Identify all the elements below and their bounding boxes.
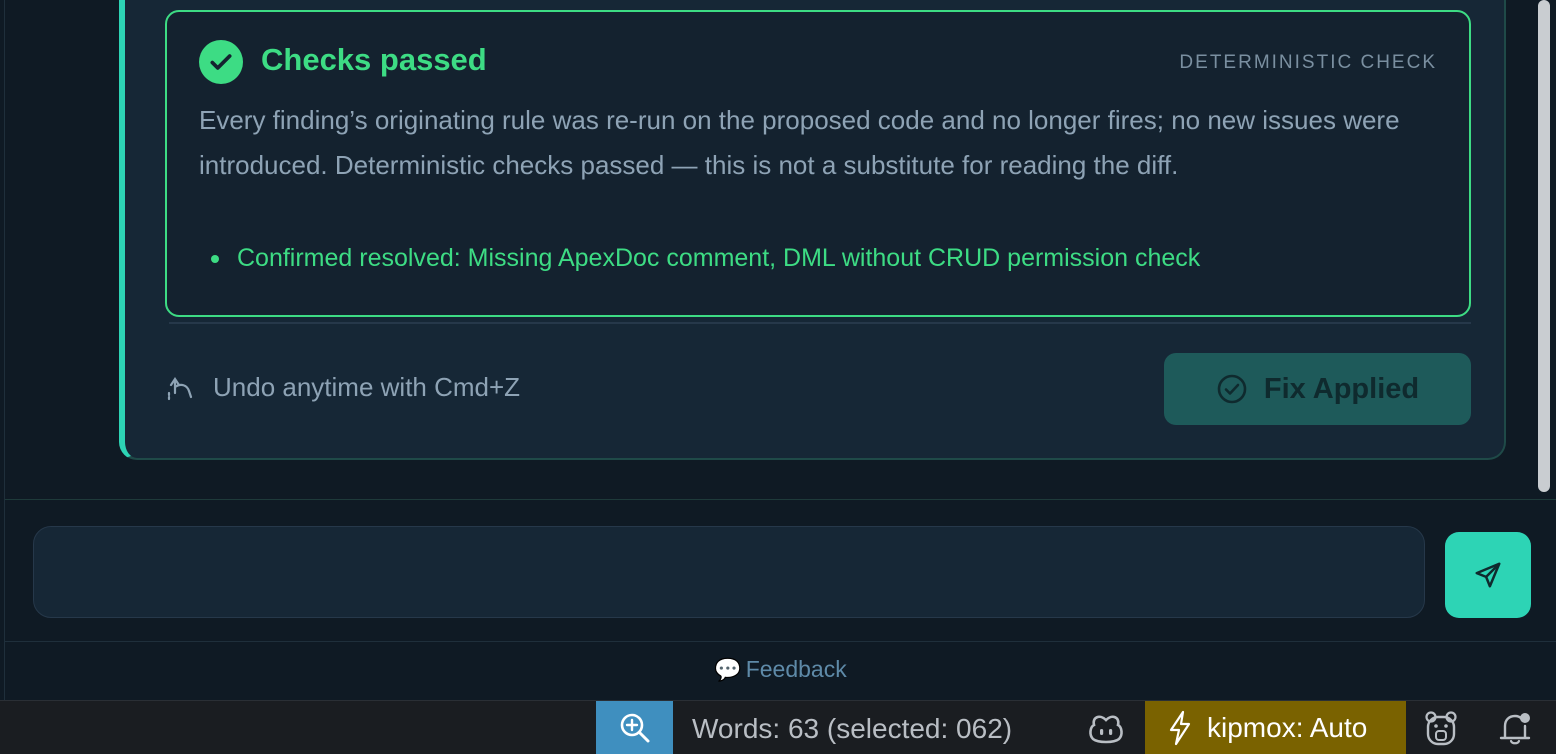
checks-description: Every finding’s originating rule was re-… <box>199 105 1400 180</box>
message-area: Checks passed DETERMINISTIC CHECK Every … <box>5 0 1556 500</box>
undo-icon <box>167 376 193 402</box>
check-kind-label: DETERMINISTIC CHECK <box>1179 52 1437 73</box>
send-icon <box>1475 562 1501 588</box>
bullet-icon <box>211 255 219 264</box>
kipmox-mode-button[interactable]: kipmox: Auto <box>1145 701 1406 754</box>
fix-applied-button[interactable]: Fix Applied <box>1164 353 1471 425</box>
check-circle-icon <box>199 40 243 84</box>
bell-icon[interactable] <box>1496 709 1534 747</box>
chat-pane: Checks passed DETERMINISTIC CHECK Every … <box>4 0 1556 700</box>
resolved-item-text: Confirmed resolved: Missing ApexDoc comm… <box>237 244 1201 272</box>
zoom-button[interactable] <box>596 701 673 754</box>
send-button[interactable] <box>1445 532 1531 618</box>
zoom-in-icon <box>620 713 649 743</box>
bear-icon[interactable] <box>1422 709 1460 747</box>
feedback-link[interactable]: 💬 Feedback <box>5 656 1556 683</box>
app-root: Checks passed DETERMINISTIC CHECK Every … <box>0 0 1556 754</box>
composer <box>5 500 1556 642</box>
feedback-label: Feedback <box>745 656 847 682</box>
checks-panel: Checks passed DETERMINISTIC CHECK Every … <box>165 10 1471 317</box>
check-outline-icon <box>1217 374 1247 404</box>
list-item: Confirmed resolved: Missing ApexDoc comm… <box>211 244 1200 273</box>
word-count[interactable]: Words: 63 (selected: 062) <box>692 713 1012 745</box>
status-bar: Words: 63 (selected: 062) kipmox: Auto <box>0 700 1556 754</box>
divider <box>169 322 1471 324</box>
fix-applied-label: Fix Applied <box>1263 372 1420 405</box>
speech-bubble-icon: 💬 <box>714 657 742 682</box>
kipmox-mode-label: kipmox: Auto <box>1207 712 1368 743</box>
lightning-icon <box>1169 710 1191 746</box>
copilot-icon[interactable] <box>1086 711 1126 745</box>
undo-hint: Undo anytime with Cmd+Z <box>167 372 520 403</box>
chat-input[interactable] <box>33 526 1425 618</box>
undo-hint-text: Undo anytime with Cmd+Z <box>213 372 521 402</box>
resolved-list: Confirmed resolved: Missing ApexDoc comm… <box>211 244 1200 273</box>
scrollbar[interactable] <box>1538 0 1550 492</box>
checks-title: Checks passed <box>261 42 487 77</box>
